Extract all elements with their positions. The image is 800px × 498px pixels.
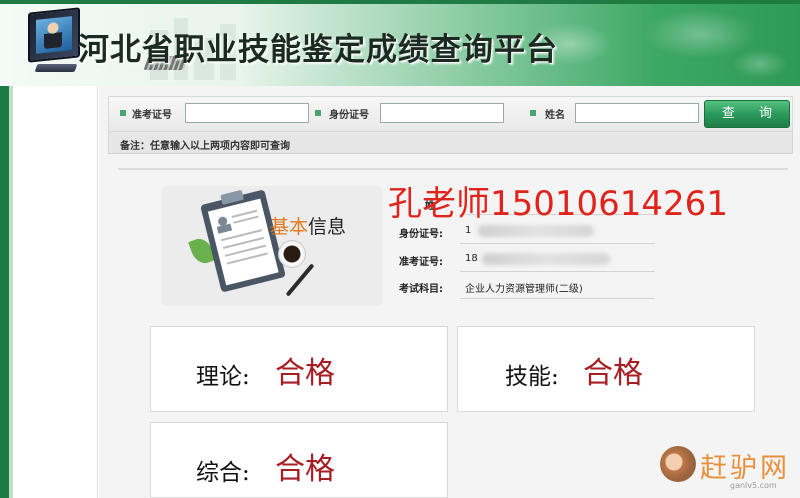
id-card-label: 身份证号 xyxy=(329,110,369,121)
computer-monitor-icon xyxy=(28,7,80,63)
logo-text: 赶驴网 xyxy=(700,453,790,484)
heading-part-1: 基本 xyxy=(270,216,309,238)
exam-info-label: 准考证号: xyxy=(399,257,443,268)
logo-sub-text: ganlv5.com xyxy=(730,481,777,490)
id-info-value: 1 xyxy=(465,225,472,236)
exam-id-label: 准考证号 xyxy=(132,110,172,121)
info-divider xyxy=(460,271,655,272)
watermark-text: 孔老师15010614261 xyxy=(388,184,728,224)
redacted-blur xyxy=(482,253,610,265)
id-info-label: 身份证号: xyxy=(399,229,443,240)
result-value: 合格 xyxy=(583,356,643,391)
result-label: 技能: xyxy=(505,364,559,390)
donkey-logo-icon xyxy=(660,446,696,482)
heading-part-2: 信息 xyxy=(308,216,347,238)
redacted-blur xyxy=(478,225,594,237)
left-accent-bar xyxy=(0,86,9,498)
monitor-base-icon xyxy=(34,64,78,72)
name-label: 姓名 xyxy=(545,110,565,121)
coffee-cup-icon xyxy=(278,240,306,268)
search-note: 备注：任意输入以上两项内容即可查询 xyxy=(120,141,290,152)
side-panel xyxy=(13,86,98,498)
site-title: 河北省职业技能鉴定成绩查询平台 xyxy=(78,32,558,68)
result-value: 合格 xyxy=(275,452,335,487)
bullet-icon xyxy=(530,110,536,116)
query-button[interactable]: 查 询 xyxy=(704,100,790,128)
bullet-icon xyxy=(315,110,321,116)
ganlv-logo: 赶驴网 ganlv5.com xyxy=(660,442,796,494)
exam-info-value: 18 xyxy=(465,253,478,264)
result-label: 理论: xyxy=(196,364,250,390)
result-label: 综合: xyxy=(196,460,250,486)
id-card-input[interactable] xyxy=(380,103,504,123)
divider xyxy=(118,168,788,170)
basic-info-heading: 基本信息 xyxy=(270,212,346,239)
subject-info-value: 企业人力资源管理师(二级) xyxy=(465,284,583,295)
info-divider xyxy=(460,298,655,299)
info-divider xyxy=(460,243,655,244)
name-input[interactable] xyxy=(575,103,699,123)
exam-id-input[interactable] xyxy=(185,103,309,123)
result-value: 合格 xyxy=(275,356,335,391)
bullet-icon xyxy=(120,110,126,116)
subject-info-label: 考试科目: xyxy=(399,284,443,295)
